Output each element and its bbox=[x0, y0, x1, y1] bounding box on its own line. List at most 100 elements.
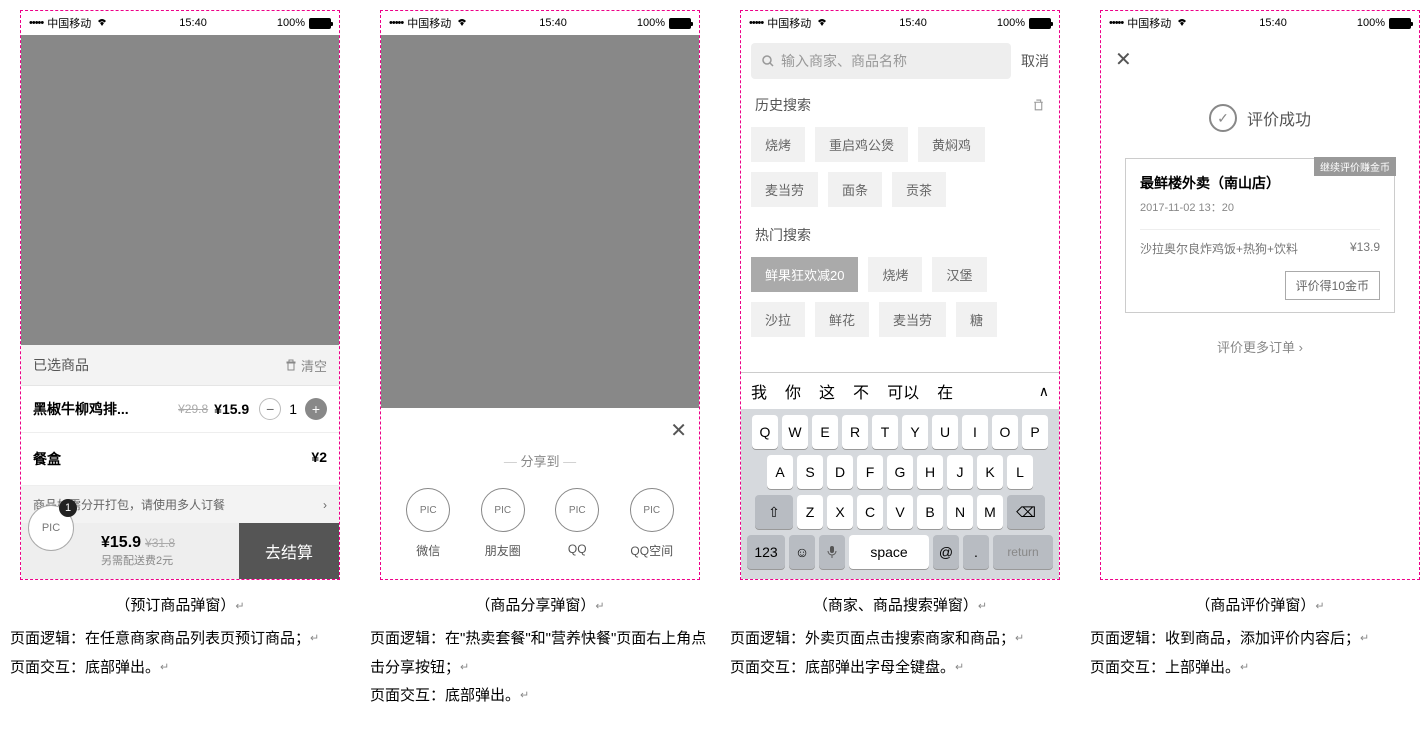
item-price: ¥15.9 bbox=[214, 401, 249, 417]
share-title: 分享到 bbox=[381, 451, 699, 470]
candidate[interactable]: 不 bbox=[853, 379, 869, 403]
key-w[interactable]: W bbox=[782, 415, 808, 449]
review-button[interactable]: 评价得10金币 bbox=[1285, 271, 1380, 300]
clear-button[interactable]: 清空 bbox=[285, 356, 327, 375]
caption-1: （预订商品弹窗）↵ bbox=[115, 594, 244, 615]
key-g[interactable]: G bbox=[887, 455, 913, 489]
key-b[interactable]: B bbox=[917, 495, 943, 529]
key-m[interactable]: M bbox=[977, 495, 1003, 529]
close-icon[interactable]: ✕ bbox=[1115, 49, 1132, 71]
tag[interactable]: 汉堡 bbox=[932, 257, 986, 292]
tag[interactable]: 重启鸡公煲 bbox=[815, 127, 908, 162]
cancel-button[interactable]: 取消 bbox=[1021, 51, 1049, 71]
caption-2: （商品分享弹窗）↵ bbox=[475, 594, 604, 615]
wifi-icon bbox=[95, 17, 109, 30]
tag[interactable]: 贡茶 bbox=[892, 172, 946, 207]
delivery-note: 另需配送费2元 bbox=[101, 552, 239, 568]
backdrop bbox=[381, 35, 699, 408]
checkout-button[interactable]: 去结算 bbox=[239, 523, 339, 579]
battery-icon bbox=[1029, 18, 1051, 29]
qty-value: 1 bbox=[289, 401, 297, 417]
search-icon bbox=[761, 54, 775, 68]
space-key[interactable]: space bbox=[849, 535, 929, 569]
tag[interactable]: 沙拉 bbox=[751, 302, 805, 337]
tag[interactable]: 鲜花 bbox=[815, 302, 869, 337]
shift-key[interactable]: ⇧ bbox=[755, 495, 793, 529]
dot-key[interactable]: . bbox=[963, 535, 989, 569]
box-price: ¥2 bbox=[311, 449, 327, 469]
key-p[interactable]: P bbox=[1022, 415, 1048, 449]
backspace-key[interactable]: ⌫ bbox=[1007, 495, 1045, 529]
tag[interactable]: 烧烤 bbox=[868, 257, 922, 292]
tag[interactable]: 面条 bbox=[828, 172, 882, 207]
cart-sheet: 已选商品 清空 黑椒牛柳鸡排... ¥29.8 ¥15.9 − 1 + bbox=[21, 345, 339, 579]
success-text: 评价成功 bbox=[1247, 106, 1311, 130]
more-link[interactable]: 评价更多订单 › bbox=[1101, 337, 1419, 356]
key-l[interactable]: L bbox=[1007, 455, 1033, 489]
desc-1: 页面逻辑：在任意商家商品列表页预订商品；↵ 页面交互：底部弹出。↵ bbox=[10, 625, 350, 682]
tag[interactable]: 糖 bbox=[956, 302, 997, 337]
candidate[interactable]: 你 bbox=[785, 379, 801, 403]
key-c[interactable]: C bbox=[857, 495, 883, 529]
review-card: 继续评价赚金币 最鲜楼外卖（南山店） 2017-11-02 13：20 沙拉奥尔… bbox=[1125, 158, 1395, 313]
item-name: 黑椒牛柳鸡排... bbox=[33, 399, 178, 419]
key-j[interactable]: J bbox=[947, 455, 973, 489]
key-y[interactable]: Y bbox=[902, 415, 928, 449]
desc-3: 页面逻辑：外卖页面点击搜索商家和商品；↵ 页面交互：底部弹出字母全键盘。↵ bbox=[730, 625, 1070, 682]
key-k[interactable]: K bbox=[977, 455, 1003, 489]
plus-button[interactable]: + bbox=[305, 398, 327, 420]
key-s[interactable]: S bbox=[797, 455, 823, 489]
key-a[interactable]: A bbox=[767, 455, 793, 489]
emoji-key[interactable]: ☺ bbox=[789, 535, 815, 569]
key-d[interactable]: D bbox=[827, 455, 853, 489]
candidate[interactable]: 这 bbox=[819, 379, 835, 403]
success-row: ✓ 评价成功 bbox=[1101, 104, 1419, 132]
share-wechat[interactable]: PIC微信 bbox=[406, 488, 450, 559]
key-x[interactable]: X bbox=[827, 495, 853, 529]
key-f[interactable]: F bbox=[857, 455, 883, 489]
tag[interactable]: 麦当劳 bbox=[751, 172, 818, 207]
col-4: •••••中国移动 15:40 100% ✕ ✓ 评价成功 继续评价赚金币 最鲜… bbox=[1090, 10, 1424, 711]
cart-icon-wrap[interactable]: PIC 1 bbox=[21, 523, 81, 579]
mic-key[interactable] bbox=[819, 535, 845, 569]
tag[interactable]: 黄焖鸡 bbox=[918, 127, 985, 162]
tag[interactable]: 麦当劳 bbox=[879, 302, 946, 337]
keyboard: QWERTYUIOP ASDFGHJKL ⇧ ZXCVBNM ⌫ 123 ☺ s… bbox=[741, 409, 1059, 579]
history-title: 历史搜索 bbox=[755, 95, 811, 115]
return-key[interactable]: return bbox=[993, 535, 1053, 569]
candidate[interactable]: 可以 bbox=[887, 379, 919, 403]
tag[interactable]: 鲜果狂欢减20 bbox=[751, 257, 858, 292]
share-qq[interactable]: PICQQ bbox=[555, 488, 599, 559]
close-icon[interactable]: ✕ bbox=[670, 418, 687, 443]
status-bar: •••••中国移动 15:40 100% bbox=[741, 11, 1059, 35]
box-label: 餐盒 bbox=[33, 449, 61, 469]
candidate[interactable]: 我 bbox=[751, 379, 767, 403]
trash-icon[interactable] bbox=[1032, 99, 1045, 112]
battery-icon bbox=[669, 18, 691, 29]
key-n[interactable]: N bbox=[947, 495, 973, 529]
chevron-up-icon[interactable]: ∧ bbox=[1039, 383, 1049, 400]
share-qzone[interactable]: PICQQ空间 bbox=[630, 488, 674, 559]
battery-icon bbox=[309, 18, 331, 29]
col-1: •••••中国移动 15:40 100% 已选商品 清空 黑椒牛柳鸡排... bbox=[10, 10, 350, 711]
phone-3: •••••中国移动 15:40 100% 输入商家、商品名称 取消 历史搜索 烧… bbox=[740, 10, 1060, 580]
key-t[interactable]: T bbox=[872, 415, 898, 449]
key-r[interactable]: R bbox=[842, 415, 868, 449]
num-key[interactable]: 123 bbox=[747, 535, 785, 569]
key-h[interactable]: H bbox=[917, 455, 943, 489]
key-q[interactable]: Q bbox=[752, 415, 778, 449]
key-e[interactable]: E bbox=[812, 415, 838, 449]
candidate[interactable]: 在 bbox=[937, 379, 953, 403]
cart-footer: PIC 1 ¥15.9¥31.8 另需配送费2元 去结算 bbox=[21, 523, 339, 579]
selected-title: 已选商品 bbox=[33, 355, 89, 375]
minus-button[interactable]: − bbox=[259, 398, 281, 420]
key-u[interactable]: U bbox=[932, 415, 958, 449]
tag[interactable]: 烧烤 bbox=[751, 127, 805, 162]
key-z[interactable]: Z bbox=[797, 495, 823, 529]
key-o[interactable]: O bbox=[992, 415, 1018, 449]
at-key[interactable]: @ bbox=[933, 535, 959, 569]
key-i[interactable]: I bbox=[962, 415, 988, 449]
key-v[interactable]: V bbox=[887, 495, 913, 529]
share-moments[interactable]: PIC朋友圈 bbox=[481, 488, 525, 559]
search-input[interactable]: 输入商家、商品名称 bbox=[751, 43, 1011, 79]
